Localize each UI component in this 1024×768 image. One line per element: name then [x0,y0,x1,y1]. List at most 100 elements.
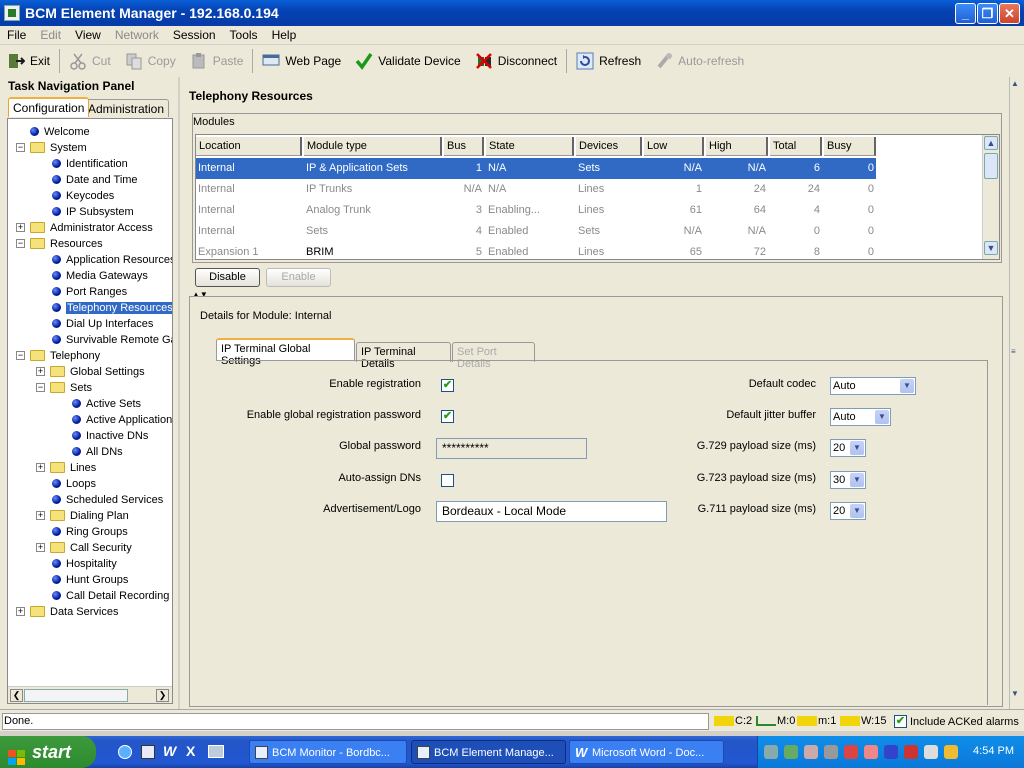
include-acked-alarms[interactable]: ✔ Include ACKed alarms [894,715,1019,728]
tray-security-icon[interactable] [844,745,858,759]
tray-network-icon[interactable] [764,745,778,759]
collapse-icon[interactable]: − [16,143,25,152]
tree-item[interactable]: Port Ranges [52,284,127,300]
expand-icon[interactable]: + [16,607,25,616]
enable-button[interactable]: Enable [266,268,331,287]
copy-button[interactable]: Copy [118,47,183,75]
cut-button[interactable]: Cut [62,47,118,75]
minimize-button[interactable]: _ [955,3,976,24]
tree-item[interactable]: − Sets [36,380,92,396]
collapse-icon[interactable]: − [16,351,25,360]
tree-item[interactable]: Media Gateways [52,268,148,284]
tray-app-icon[interactable] [904,745,918,759]
tree-item[interactable]: Loops [52,476,96,492]
scroll-thumb[interactable] [984,153,998,179]
tree-item[interactable]: − Telephony [16,348,100,364]
start-button[interactable]: start [0,736,96,768]
tree-item[interactable]: Call Detail Recording [52,588,169,604]
tab-administration[interactable]: Administration [83,99,170,117]
disable-button[interactable]: Disable [195,268,260,287]
alarm-minor[interactable]: m:1 [797,715,836,727]
tree-item[interactable]: Hospitality [52,556,117,572]
scroll-down-icon[interactable]: ▼ [984,241,998,255]
tree-item[interactable]: Date and Time [52,172,138,188]
tree-item[interactable]: Inactive DNs [72,428,148,444]
task-bcm-element-manager[interactable]: BCM Element Manage... [411,740,566,764]
main-vertical-scrollbar[interactable]: ▲ ≡ ▼ [1009,77,1024,709]
global-password-field[interactable]: ********** [436,438,587,459]
tree-horizontal-scrollbar[interactable]: ❮ ❯ [8,686,172,703]
table-vertical-scrollbar[interactable]: ▲ ▼ [982,135,999,259]
tree-item[interactable]: Ring Groups [52,524,128,540]
alarm-critical[interactable]: C:2 [714,715,752,727]
tab-ip-terminal-details[interactable]: IP Terminal Details [356,342,451,370]
tree-item[interactable]: + Administrator Access [16,220,153,236]
tree-item[interactable]: IP Subsystem [52,204,134,220]
tray-app-icon[interactable] [784,745,798,759]
task-bcm-monitor[interactable]: BCM Monitor - Bordbc... [249,740,407,764]
scroll-up-icon[interactable]: ▲ [1011,79,1019,88]
scroll-grip-icon[interactable]: ≡ [1011,347,1016,356]
menu-edit[interactable]: Edit [33,28,68,42]
refresh-button[interactable]: Refresh [569,47,648,75]
table-row[interactable]: Expansion 1 BRIM 5 Enabled Lines 65 72 8 0 [196,242,876,259]
disconnect-button[interactable]: Disconnect [468,47,564,75]
tree-item[interactable]: + Data Services [16,604,118,620]
web-page-button[interactable]: Web Page [255,47,348,75]
tree-item[interactable]: Identification [52,156,128,172]
menu-file[interactable]: File [0,28,33,42]
enable-registration-checkbox[interactable]: ✔ [441,379,454,392]
column-header[interactable]: State [486,137,574,156]
tray-app-icon[interactable] [804,745,818,759]
column-header[interactable]: Total [770,137,822,156]
menu-help[interactable]: Help [265,28,304,42]
tray-app-icon[interactable] [864,745,878,759]
column-header[interactable]: Devices [576,137,642,156]
tree-item[interactable]: − Resources [16,236,103,252]
auto-assign-dns-checkbox[interactable] [441,474,454,487]
tree-item[interactable]: Scheduled Services [52,492,163,508]
tree-item[interactable]: Active Application Sets [72,412,172,428]
tree-item[interactable]: + Dialing Plan [36,508,129,524]
scroll-thumb[interactable] [24,689,128,702]
advertisement-logo-field[interactable]: Bordeaux - Local Mode [436,501,667,522]
tab-set-port-details[interactable]: Set Port Details [452,342,535,370]
quick-launch-outlook-icon[interactable] [141,745,155,759]
g711-payload-select[interactable]: 20 ▼ [830,502,866,520]
task-microsoft-word[interactable]: W Microsoft Word - Doc... [569,740,724,764]
tray-app-icon[interactable] [944,745,958,759]
default-codec-select[interactable]: Auto ▼ [830,377,916,395]
tree-item[interactable]: − System [16,140,87,156]
tray-volume-icon[interactable] [924,745,938,759]
expand-icon[interactable]: + [36,367,45,376]
expand-icon[interactable]: + [16,223,25,232]
tree-item[interactable]: Application Resources [52,252,172,268]
scroll-left-icon[interactable]: ❮ [10,689,23,702]
default-jitter-buffer-select[interactable]: Auto ▼ [830,408,891,426]
quick-launch-ie-icon[interactable] [118,745,132,759]
table-row[interactable]: Internal IP & Application Sets 1 N/A Sets N/A… [196,158,876,179]
include-acked-checkbox[interactable]: ✔ [894,715,907,728]
tree-item[interactable]: + Lines [36,460,96,476]
collapse-icon[interactable]: − [16,239,25,248]
column-header[interactable]: Location [196,137,302,156]
g729-payload-select[interactable]: 20 ▼ [830,439,866,457]
tree-item[interactable]: Survivable Remote Gateway [52,332,172,348]
table-row[interactable]: Internal Analog Trunk 3 Enabling... Lines 61 6… [196,200,876,221]
tree-item[interactable]: Keycodes [52,188,114,204]
validate-device-button[interactable]: Validate Device [348,47,468,75]
expand-icon[interactable]: + [36,463,45,472]
scroll-right-icon[interactable]: ❯ [156,689,169,702]
table-row[interactable]: Internal Sets 4 Enabled Sets N/A N/A 0 0 [196,221,876,242]
tree-item[interactable]: Telephony Resources [52,300,172,316]
tray-bluetooth-icon[interactable] [884,745,898,759]
quick-launch-desktop-icon[interactable] [208,745,224,758]
menu-view[interactable]: View [68,28,108,42]
tree-item[interactable]: All DNs [72,444,123,460]
tree-item[interactable]: Active Sets [72,396,141,412]
table-row[interactable]: Internal IP Trunks N/A N/A Lines 1 24 24 0 [196,179,876,200]
quick-launch-word-icon[interactable]: W [163,743,176,759]
tab-ip-terminal-global-settings[interactable]: IP Terminal Global Settings [216,338,355,367]
expand-icon[interactable]: + [36,543,45,552]
alarm-warning[interactable]: W:15 [840,715,886,727]
